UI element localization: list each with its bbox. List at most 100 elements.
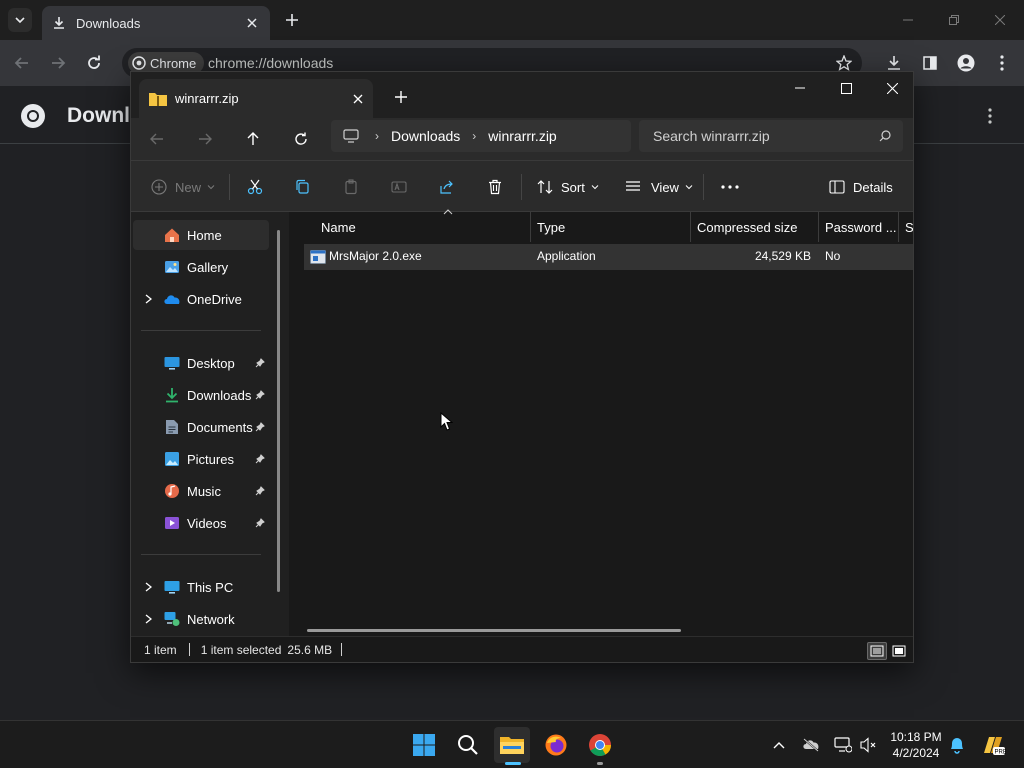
file-explorer-window: winrarrr.zip › Downloads › winrarrr.zip … <box>130 71 914 663</box>
nav-item-documents[interactable]: Documents <box>133 412 269 442</box>
explorer-close-button[interactable] <box>869 75 915 101</box>
tiles-view-button[interactable] <box>889 642 909 660</box>
horizontal-scrollbar[interactable] <box>307 629 681 632</box>
breadcrumb-winrarrr-zip[interactable]: winrarrr.zip <box>488 128 556 144</box>
table-row[interactable]: MrsMajor 2.0.exe Application 24,529 KB N… <box>304 244 913 270</box>
column-header-password[interactable]: Password ... <box>819 212 899 242</box>
explorer-minimize-button[interactable] <box>777 75 823 101</box>
breadcrumb-chevron-icon[interactable]: › <box>472 129 476 143</box>
nav-item-home[interactable]: Home <box>133 220 269 250</box>
explorer-up-button[interactable] <box>239 126 267 152</box>
cut-button[interactable] <box>247 175 263 199</box>
profile-button[interactable] <box>954 51 978 75</box>
new-tab-button[interactable] <box>282 10 302 30</box>
column-header-label: Si <box>905 219 913 235</box>
breadcrumb-chevron-icon[interactable]: › <box>375 129 379 143</box>
tab-search-button[interactable] <box>8 8 32 32</box>
taskbar: 10:18 PM 4/2/2024 PRE <box>0 720 1024 768</box>
taskbar-chrome[interactable] <box>582 727 618 763</box>
chrome-tab-downloads[interactable]: Downloads <box>42 6 270 40</box>
chevron-right-icon[interactable] <box>145 294 152 304</box>
volume-tray-icon[interactable] <box>858 734 880 756</box>
nav-item-gallery[interactable]: Gallery <box>133 252 269 282</box>
pin-icon[interactable] <box>255 390 265 400</box>
breadcrumb-downloads[interactable]: Downloads <box>391 128 460 144</box>
new-button[interactable]: New <box>151 175 215 199</box>
nav-item-network[interactable]: Network <box>133 604 269 634</box>
share-button[interactable] <box>439 175 455 199</box>
chrome-minimize-button[interactable] <box>898 10 918 30</box>
network-tray-icon[interactable] <box>832 734 854 756</box>
side-panel-button[interactable] <box>918 51 942 75</box>
search-box[interactable]: Search winrarrr.zip <box>639 120 903 152</box>
show-hidden-icons-button[interactable] <box>768 734 790 756</box>
chrome-menu-button[interactable] <box>990 51 1014 75</box>
gallery-icon <box>165 261 179 273</box>
see-more-button[interactable] <box>721 175 739 199</box>
downloads-more-button[interactable] <box>980 104 1000 128</box>
forward-button[interactable] <box>46 51 70 75</box>
search-icon <box>879 130 891 142</box>
sort-button[interactable]: Sort <box>537 175 599 199</box>
onedrive-tray-icon[interactable] <box>800 734 822 756</box>
pin-icon[interactable] <box>255 422 265 432</box>
paste-button[interactable] <box>343 175 359 199</box>
explorer-refresh-button[interactable] <box>287 126 315 152</box>
kebab-menu-icon <box>1000 55 1004 71</box>
taskbar-file-explorer[interactable] <box>494 727 530 763</box>
rename-button[interactable] <box>391 175 407 199</box>
paste-icon <box>345 179 357 195</box>
status-separator <box>341 643 343 656</box>
clock[interactable]: 10:18 PM 4/2/2024 <box>880 729 952 761</box>
nav-item-downloads[interactable]: Downloads <box>133 380 269 410</box>
nav-item-music[interactable]: Music <box>133 476 269 506</box>
nav-item-desktop[interactable]: Desktop <box>133 348 269 378</box>
explorer-back-button[interactable] <box>143 126 171 152</box>
nav-item-videos[interactable]: Videos <box>133 508 269 538</box>
notifications-button[interactable] <box>946 734 968 756</box>
pin-icon[interactable] <box>255 454 265 464</box>
chevron-right-icon[interactable] <box>145 614 152 624</box>
column-header-label: Password ... <box>825 219 897 235</box>
reload-button[interactable] <box>82 51 106 75</box>
taskbar-search-button[interactable] <box>450 727 486 763</box>
pin-icon[interactable] <box>255 486 265 496</box>
nav-pane-scrollbar[interactable] <box>277 230 280 592</box>
nav-item-onedrive[interactable]: OneDrive <box>133 284 269 314</box>
nav-item-pictures[interactable]: Pictures <box>133 444 269 474</box>
close-tab-icon[interactable] <box>353 94 363 104</box>
explorer-new-tab-button[interactable] <box>391 87 411 107</box>
copy-button[interactable] <box>295 175 311 199</box>
status-separator <box>188 643 190 656</box>
column-header-type[interactable]: Type <box>531 212 691 242</box>
nav-item-label: Network <box>187 611 235 627</box>
explorer-forward-button[interactable] <box>191 126 219 152</box>
downloads-icon <box>166 388 178 403</box>
column-header-name[interactable]: Name <box>315 209 531 242</box>
explorer-tab[interactable]: winrarrr.zip <box>139 79 373 118</box>
pin-icon[interactable] <box>255 518 265 528</box>
nav-item-this-pc[interactable]: This PC <box>133 572 269 602</box>
details-view-button[interactable] <box>867 642 887 660</box>
column-header-compressed-size[interactable]: Compressed size <box>691 212 819 242</box>
copilot-button[interactable]: PRE <box>978 734 1008 756</box>
search-icon <box>458 735 478 755</box>
column-header-size[interactable]: Si <box>899 212 913 242</box>
taskbar-firefox[interactable] <box>538 727 574 763</box>
view-button[interactable]: View <box>625 175 693 199</box>
close-icon <box>886 82 898 94</box>
url-text[interactable]: chrome://downloads <box>208 55 333 71</box>
details-pane-button[interactable]: Details <box>829 175 893 199</box>
delete-button[interactable] <box>487 175 503 199</box>
chevron-right-icon[interactable] <box>145 582 152 592</box>
selection-size: 25.6 MB <box>287 642 333 657</box>
start-button[interactable] <box>406 727 442 763</box>
pin-icon[interactable] <box>255 358 265 368</box>
back-button[interactable] <box>10 51 34 75</box>
chrome-restore-button[interactable] <box>944 10 964 30</box>
address-bar[interactable]: › Downloads › winrarrr.zip <box>331 120 631 152</box>
file-name: MrsMajor 2.0.exe <box>329 249 422 263</box>
explorer-maximize-button[interactable] <box>823 75 869 101</box>
close-tab-icon[interactable] <box>244 15 260 31</box>
chrome-close-button[interactable] <box>990 10 1010 30</box>
